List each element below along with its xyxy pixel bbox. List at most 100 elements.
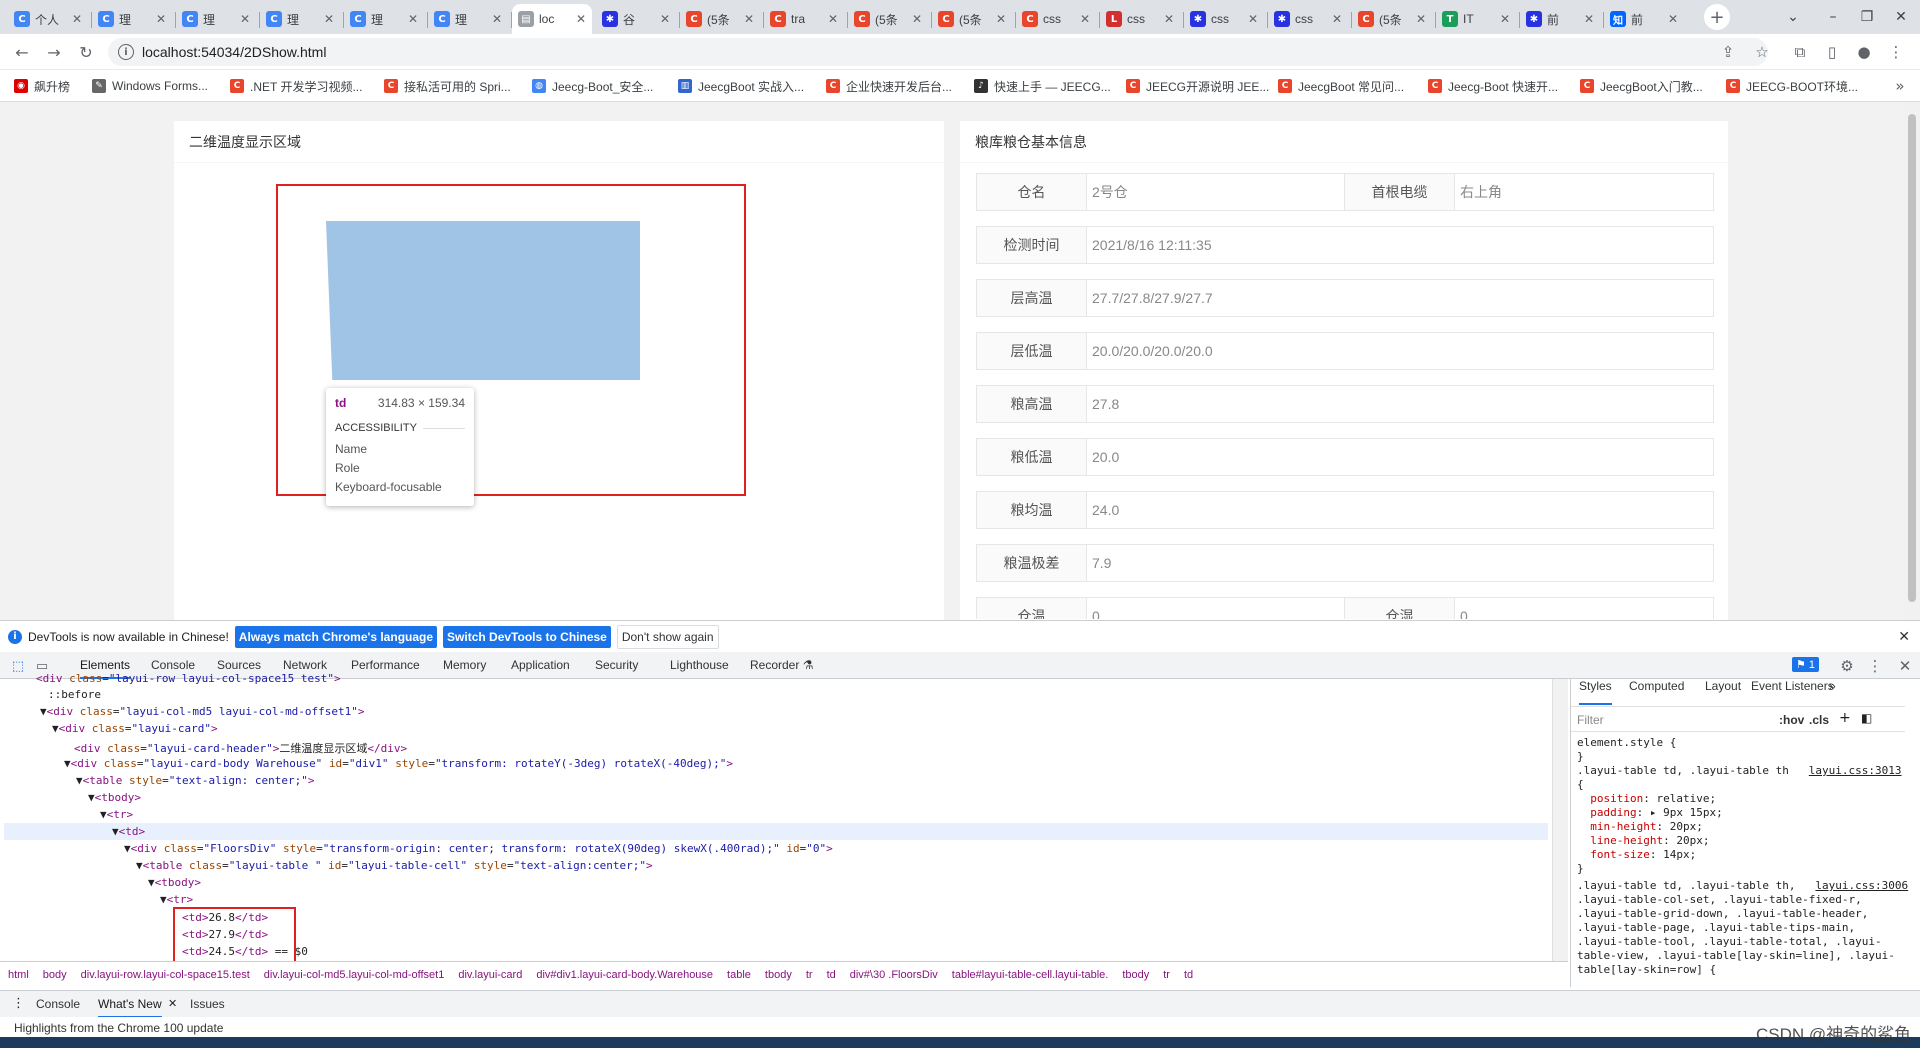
close-whats-new-icon[interactable]: ✕ bbox=[168, 997, 177, 1010]
tab-close-icon[interactable]: ✕ bbox=[1164, 12, 1174, 26]
tab-close-icon[interactable]: ✕ bbox=[1668, 12, 1678, 26]
browser-tab[interactable]: ✱ 谷 ✕ bbox=[596, 4, 676, 34]
tab-close-icon[interactable]: ✕ bbox=[1500, 12, 1510, 26]
tab-close-icon[interactable]: ✕ bbox=[72, 12, 82, 26]
dom-node-line[interactable]: <div class="layui-row layui-col-space15 … bbox=[36, 672, 341, 689]
styles-subtab[interactable]: Computed bbox=[1629, 679, 1684, 705]
new-rule-icon[interactable]: + bbox=[1839, 710, 1851, 726]
style-rule-line[interactable]: min-height: 20px; bbox=[1577, 820, 1703, 834]
styles-subtab[interactable]: Layout bbox=[1705, 679, 1741, 705]
extensions-icon[interactable]: ⧉ bbox=[1788, 40, 1812, 64]
tab-close-icon[interactable]: ✕ bbox=[240, 12, 250, 26]
hov-toggle[interactable]: :hov bbox=[1779, 713, 1804, 727]
address-bar[interactable]: i localhost:54034/2DShow.html bbox=[108, 38, 1768, 66]
elements-scrollbar[interactable] bbox=[1552, 679, 1568, 961]
share-icon[interactable]: ⇪ bbox=[1716, 40, 1740, 64]
browser-tab[interactable]: C (5条 ✕ bbox=[680, 4, 760, 34]
bookmark-item[interactable]: C .NET 开发学习视频... bbox=[230, 76, 362, 96]
bookmark-item[interactable]: ◍ Jeecg-Boot_安全... bbox=[532, 76, 653, 96]
style-rule-line[interactable]: line-height: 20px; bbox=[1577, 834, 1709, 848]
dom-node-line[interactable]: ▼<table class="layui-table " id="layui-t… bbox=[136, 859, 653, 876]
browser-tab[interactable]: C (5条 ✕ bbox=[932, 4, 1012, 34]
style-rule-line[interactable]: .layui-table td, .layui-table th layui.c… bbox=[1577, 764, 1902, 778]
breadcrumb-item[interactable]: div.layui-card bbox=[458, 969, 522, 981]
browser-tab[interactable]: Ctra ✕ bbox=[764, 4, 844, 34]
issues-badge[interactable]: ⚑ 1 bbox=[1792, 657, 1820, 672]
dom-node-line[interactable]: ::before bbox=[48, 688, 101, 705]
profile-avatar[interactable]: ● bbox=[1852, 40, 1876, 64]
dom-node-line[interactable]: ▼<div class="FloorsDiv" style="transform… bbox=[124, 842, 833, 859]
breadcrumb-item[interactable]: tr bbox=[1163, 969, 1170, 981]
style-rule-line[interactable]: .layui-table-tool, .layui-table-total, .… bbox=[1577, 935, 1882, 949]
browser-tab[interactable]: C 理 ✕ bbox=[260, 4, 340, 34]
computed-sidebar-icon[interactable]: ◧ bbox=[1861, 711, 1872, 725]
tab-close-icon[interactable]: ✕ bbox=[1332, 12, 1342, 26]
site-info-icon[interactable]: i bbox=[118, 44, 134, 60]
inspect-element-icon[interactable]: ⬚ bbox=[6, 654, 30, 678]
tab-close-icon[interactable]: ✕ bbox=[408, 12, 418, 26]
tab-close-icon[interactable]: ✕ bbox=[828, 12, 838, 26]
style-rule-line[interactable]: } bbox=[1577, 750, 1584, 764]
close-banner-icon[interactable]: ✕ bbox=[1898, 629, 1910, 645]
tab-close-icon[interactable]: ✕ bbox=[156, 12, 166, 26]
browser-tab[interactable]: C 个人 ✕ bbox=[8, 4, 88, 34]
menu-icon[interactable]: ⋮ bbox=[1884, 40, 1908, 64]
bookmark-star-icon[interactable]: ☆ bbox=[1750, 40, 1774, 64]
devtools-tab[interactable]: Performance bbox=[351, 652, 420, 679]
styles-subtab[interactable]: » bbox=[1829, 679, 1836, 705]
close-devtools-icon[interactable]: ✕ bbox=[1893, 654, 1917, 678]
style-rule-line[interactable]: table[lay-skin=row] { bbox=[1577, 963, 1716, 977]
browser-tab[interactable]: Lcss ✕ bbox=[1100, 4, 1180, 34]
style-rule-line[interactable]: .layui-table td, .layui-table th, layui.… bbox=[1577, 879, 1908, 893]
drawer-tab[interactable]: Console bbox=[36, 991, 80, 1018]
settings-gear-icon[interactable]: ⚙ bbox=[1835, 654, 1859, 678]
browser-tab[interactable]: ✱ css ✕ bbox=[1268, 4, 1348, 34]
dom-node-line[interactable]: ▼<td> bbox=[112, 825, 145, 842]
drawer-tab[interactable]: What's New bbox=[98, 991, 162, 1018]
dom-node-line[interactable]: ▼<tr> bbox=[100, 808, 133, 825]
bookmark-item[interactable]: C JeecgBoot 常见问... bbox=[1278, 76, 1404, 96]
tab-close-icon[interactable]: ✕ bbox=[1584, 12, 1594, 26]
dom-node-line[interactable]: ▼<table style="text-align: center;"> bbox=[76, 774, 314, 791]
bookmark-item[interactable]: C 接私活可用的 Spri... bbox=[384, 76, 511, 96]
tab-close-icon[interactable]: ✕ bbox=[576, 12, 586, 26]
bookmark-item[interactable]: C JEECG-BOOT环境... bbox=[1726, 76, 1858, 96]
breadcrumb-item[interactable]: div.layui-col-md5.layui-col-md-offset1 bbox=[264, 969, 445, 981]
close-window-icon[interactable]: ✕ bbox=[1880, 0, 1920, 34]
styles-subtab[interactable]: Styles bbox=[1579, 679, 1612, 705]
dom-node-line[interactable]: ▼<div class="layui-card-body Warehouse" … bbox=[64, 757, 733, 774]
dom-node-line[interactable]: ▼<tbody> bbox=[88, 791, 141, 808]
style-rule-line[interactable]: padding: ▸ 9px 15px; bbox=[1577, 806, 1722, 820]
cls-toggle[interactable]: .cls bbox=[1809, 713, 1829, 727]
browser-tab[interactable]: ✱ css ✕ bbox=[1184, 4, 1264, 34]
breadcrumb-item[interactable]: td bbox=[827, 969, 836, 981]
breadcrumb-item[interactable]: body bbox=[43, 969, 67, 981]
tab-close-icon[interactable]: ✕ bbox=[1080, 12, 1090, 26]
breadcrumb-item[interactable]: td bbox=[1184, 969, 1193, 981]
browser-tab[interactable]: Ccss ✕ bbox=[1016, 4, 1096, 34]
page-scrollbar-thumb[interactable] bbox=[1908, 114, 1916, 602]
dom-node-line[interactable]: ▼<div class="layui-col-md5 layui-col-md-… bbox=[40, 705, 365, 722]
drawer-tab[interactable]: Issues bbox=[190, 991, 225, 1018]
new-tab-button[interactable]: + bbox=[1704, 4, 1730, 30]
switch-chinese-button[interactable]: Switch DevTools to Chinese bbox=[443, 625, 611, 648]
match-language-button[interactable]: Always match Chrome's language bbox=[234, 625, 438, 648]
forward-icon[interactable]: → bbox=[42, 40, 66, 64]
browser-tab[interactable]: C 理 ✕ bbox=[176, 4, 256, 34]
style-rule-line[interactable]: element.style { bbox=[1577, 736, 1676, 750]
breadcrumb-item[interactable]: tbody bbox=[765, 969, 792, 981]
breadcrumb-item[interactable]: div#div1.layui-card-body.Warehouse bbox=[536, 969, 713, 981]
tab-close-icon[interactable]: ✕ bbox=[492, 12, 502, 26]
style-rule-line[interactable]: } bbox=[1577, 862, 1584, 876]
breadcrumb-item[interactable]: table#layui-table-cell.layui-table. bbox=[952, 969, 1109, 981]
bookmarks-overflow-icon[interactable]: » bbox=[1888, 74, 1912, 98]
styles-subtab[interactable]: Event Listeners bbox=[1751, 679, 1834, 705]
side-panel-icon[interactable]: ▯ bbox=[1820, 40, 1844, 64]
browser-tab[interactable]: C 理 ✕ bbox=[428, 4, 508, 34]
dom-node-line[interactable]: ▼<div class="layui-card"> bbox=[52, 722, 218, 739]
reload-icon[interactable]: ↻ bbox=[74, 40, 98, 64]
style-rule-line[interactable]: table-view, .layui-table[lay-skin=line],… bbox=[1577, 949, 1895, 963]
style-rule-line[interactable]: { bbox=[1577, 778, 1584, 792]
style-rule-line[interactable]: .layui-table-page, .layui-table-tips-mai… bbox=[1577, 921, 1855, 935]
style-rule-line[interactable]: position: relative; bbox=[1577, 792, 1716, 806]
